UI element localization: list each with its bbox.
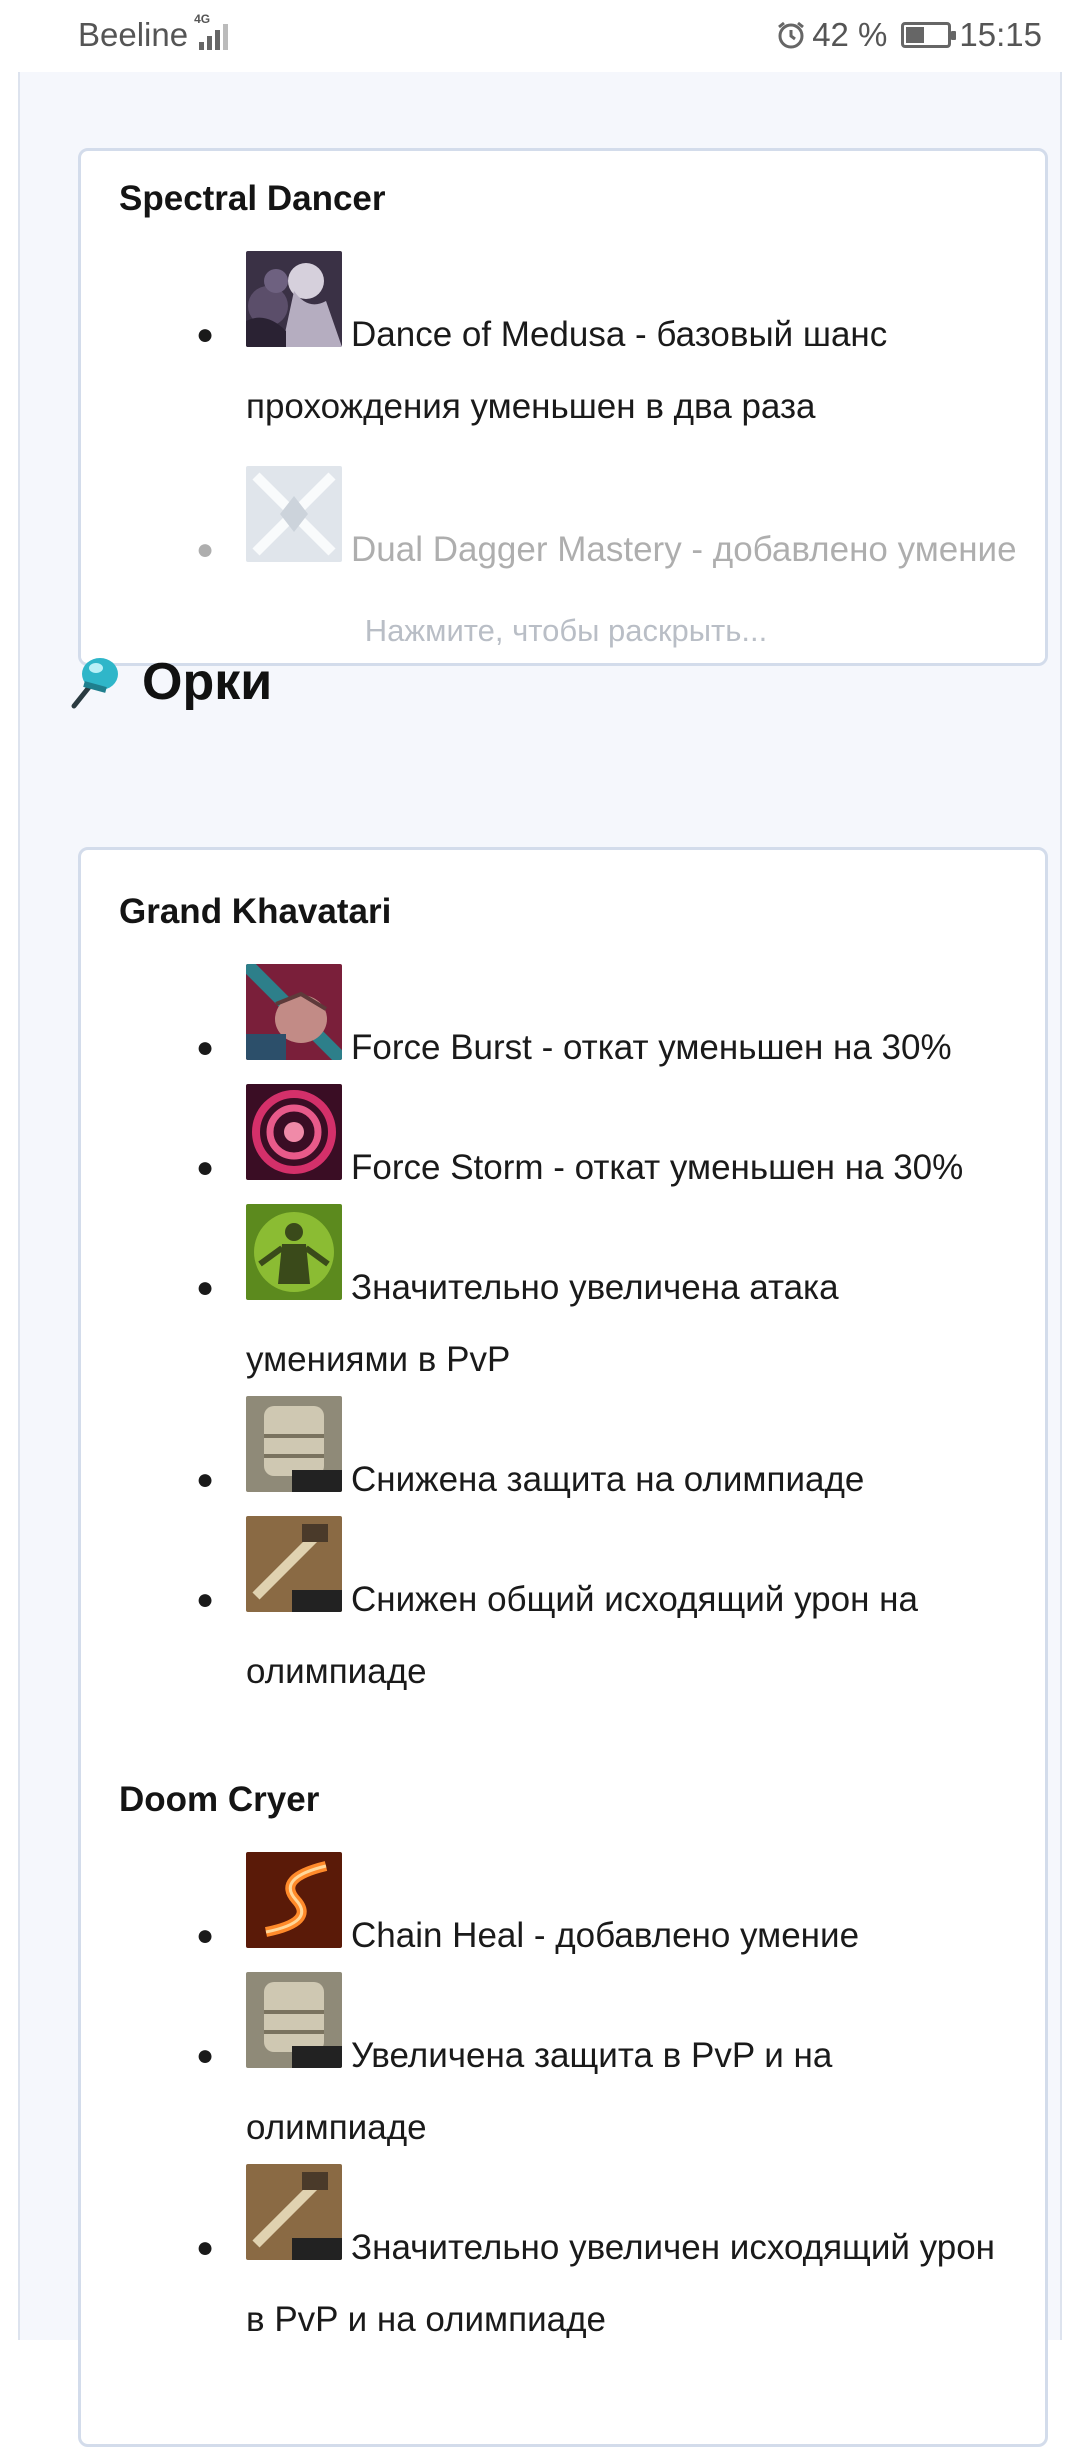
section-heading: Орки bbox=[60, 632, 272, 732]
skill-text-cont: умениями в PvP bbox=[246, 1340, 511, 1379]
pushpin-icon bbox=[71, 658, 118, 709]
skill-text: Chain Heal - добавлено умение bbox=[351, 1916, 860, 1955]
pvp-attack-icon bbox=[246, 1204, 342, 1300]
pvp-armor-icon bbox=[246, 1396, 342, 1492]
skill-text: Значительно увеличен исходящий урон bbox=[351, 2228, 996, 2267]
skill-text-cont: олимпиаде bbox=[246, 1652, 427, 1691]
class-title: Grand Khavatari bbox=[119, 892, 392, 931]
skill-text-cont: олимпиаде bbox=[246, 2108, 427, 2147]
network-type: 4G bbox=[194, 12, 211, 26]
status-bar: Beeline 4G 42 % 15:15 bbox=[0, 0, 1080, 72]
chain-heal-icon bbox=[246, 1852, 342, 1948]
list-bullet: ● bbox=[196, 1919, 215, 1952]
clock: 15:15 bbox=[959, 16, 1042, 53]
list-bullet: ● bbox=[196, 318, 215, 351]
skill-text-cont: в PvP и на олимпиаде bbox=[246, 2300, 606, 2339]
list-bullet: ● bbox=[196, 1271, 215, 1304]
list-bullet: ● bbox=[196, 1031, 215, 1064]
status-right: 42 % 15:15 bbox=[776, 16, 1042, 54]
battery-percent: 42 % bbox=[812, 16, 888, 53]
status-left: Beeline 4G bbox=[78, 12, 229, 54]
spoiler-card-spectral-dancer[interactable]: Spectral Dancer ● Dance of Medusa - базо… bbox=[78, 148, 1048, 666]
list-bullet: ● bbox=[196, 2231, 215, 2264]
signal-icon: 4G bbox=[194, 12, 229, 50]
class-title: Spectral Dancer bbox=[119, 179, 386, 218]
dual-dagger-icon bbox=[246, 466, 342, 562]
force-storm-icon bbox=[246, 1084, 342, 1180]
page-content: Spectral Dancer ● Dance of Medusa - базо… bbox=[18, 72, 1062, 2447]
medusa-icon bbox=[246, 251, 342, 347]
skill-text: Force Burst - откат уменьшен на 30% bbox=[351, 1028, 952, 1067]
pvp-weapon-icon bbox=[246, 1516, 342, 1612]
spoiler-card-orcs: Grand Khavatari ● Force Burst - откат ум… bbox=[78, 847, 1048, 2447]
list-bullet: ● bbox=[196, 1151, 215, 1184]
carrier-name: Beeline bbox=[78, 16, 189, 53]
alarm-icon bbox=[778, 21, 805, 49]
pvp-armor-icon bbox=[246, 1972, 342, 2068]
skill-text: Dance of Medusa - базовый шанс bbox=[351, 315, 888, 354]
skill-text: Значительно увеличена атака bbox=[351, 1268, 839, 1307]
skill-text: Увеличена защита в PvP и на bbox=[351, 2036, 833, 2075]
skill-text-cont: прохождения уменьшен в два раза bbox=[246, 387, 816, 426]
skill-text: Снижен общий исходящий урон на bbox=[351, 1580, 918, 1619]
force-burst-icon bbox=[246, 964, 342, 1060]
list-bullet: ● bbox=[196, 1583, 215, 1616]
section-title: Орки bbox=[142, 653, 273, 711]
list-bullet: ● bbox=[196, 2039, 215, 2072]
list-bullet: ● bbox=[196, 1463, 215, 1496]
skill-text: Force Storm - откат уменьшен на 30% bbox=[351, 1148, 964, 1187]
battery-icon bbox=[901, 22, 957, 48]
skill-text: Снижена защита на олимпиаде bbox=[351, 1460, 865, 1499]
pvp-weapon-icon bbox=[246, 2164, 342, 2260]
class-title: Doom Cryer bbox=[119, 1780, 320, 1819]
